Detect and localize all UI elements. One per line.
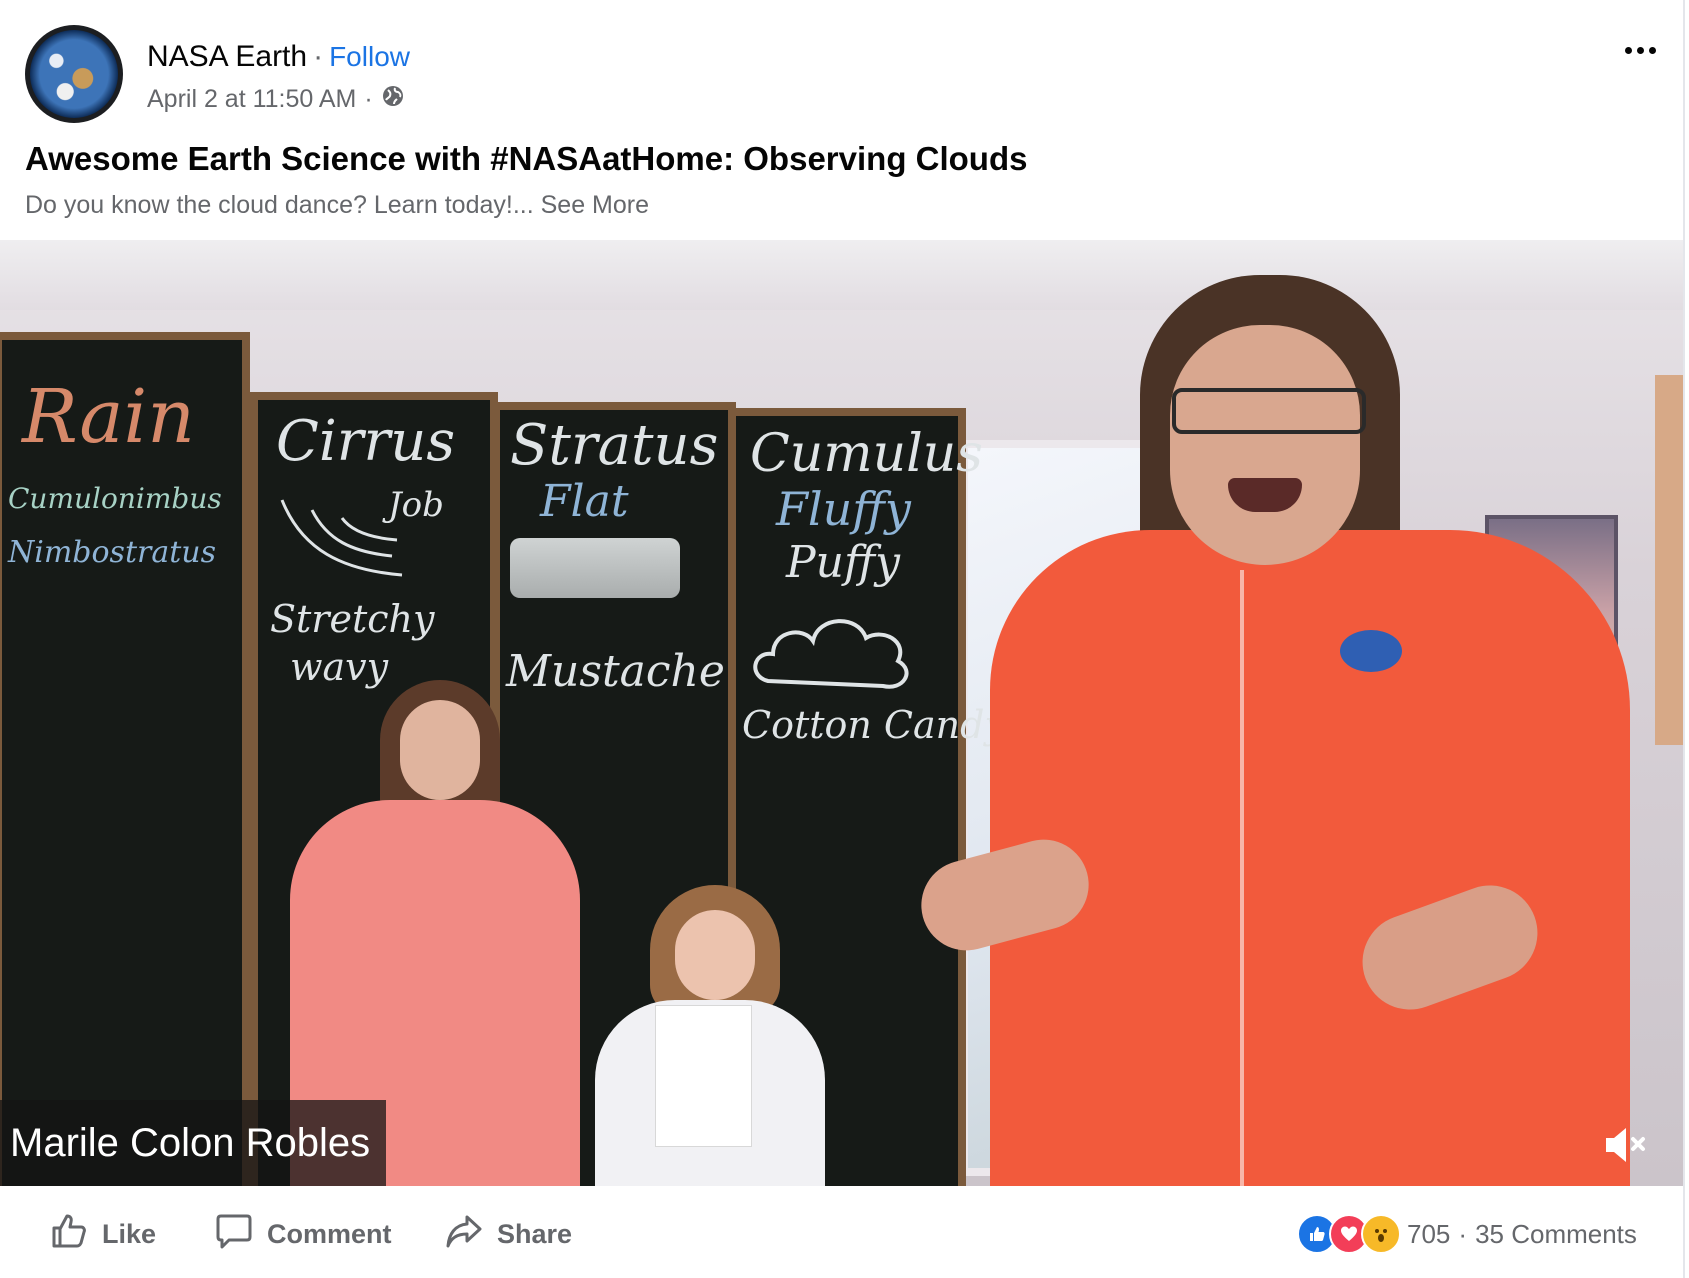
thumbs-up-icon: [50, 1212, 88, 1257]
separator: ·: [313, 40, 324, 73]
like-label: Like: [102, 1218, 157, 1249]
share-arrow-icon: [445, 1212, 483, 1257]
page-avatar[interactable]: [25, 25, 123, 123]
speaker-name-caption: Marile Colon Robles: [0, 1100, 387, 1186]
share-label: Share: [497, 1218, 573, 1249]
reactions-summary[interactable]: 705 · 35 Comments: [1297, 1214, 1637, 1254]
wavy-lines-drawing: [280, 499, 403, 577]
post-action-bar: Like Comment Share 705 · 35 Comments: [0, 1186, 1683, 1278]
chalk-text: Rain: [22, 374, 195, 460]
separator: ·: [1458, 1218, 1468, 1249]
facebook-post: NASA Earth · Follow April 2 at 11:50 AM · …: [0, 0, 1685, 1278]
presenter-glasses: [1172, 388, 1366, 434]
chalk-text: Cumulus: [750, 424, 983, 484]
child-face: [675, 910, 755, 1000]
chalk-text: Stretchy: [270, 597, 435, 641]
chalkboard-panel: Rain Cumulonimbus Nimbostratus: [0, 332, 250, 1186]
chalk-text: Fluffy: [776, 482, 911, 536]
chalk-text: Cumulonimbus: [8, 482, 222, 515]
speech-bubble-icon: [215, 1212, 253, 1257]
more-dot-icon: [1648, 46, 1656, 54]
child-face: [400, 700, 480, 800]
comments-count-link[interactable]: 35 Comments: [1475, 1219, 1637, 1250]
see-more-link[interactable]: See More: [541, 191, 649, 219]
presenter-face: [1170, 325, 1360, 565]
wall-frame-edge: [1655, 375, 1683, 745]
chalk-text: Cotton Candy: [742, 703, 1006, 747]
more-dot-icon: [1636, 46, 1644, 54]
post-description: Do you know the cloud dance? Learn today…: [25, 191, 649, 220]
presenter-jacket: [990, 530, 1630, 1186]
chalk-text: Puffy: [786, 537, 900, 588]
chalk-text: Nimbostratus: [8, 535, 217, 570]
video-player[interactable]: Rain Cumulonimbus Nimbostratus Cirrus Jo…: [0, 240, 1683, 1186]
post-meta: April 2 at 11:50 AM ·: [147, 84, 405, 115]
reaction-count[interactable]: 705: [1407, 1219, 1450, 1250]
globe-icon[interactable]: [381, 84, 405, 115]
chalk-text: wavy: [290, 645, 389, 689]
comment-button[interactable]: Comment: [215, 1214, 392, 1254]
nasa-logo: [1340, 630, 1402, 672]
description-text: Do you know the cloud dance? Learn today…: [25, 191, 534, 219]
share-button[interactable]: Share: [445, 1214, 572, 1254]
stratus-drawing: [510, 538, 680, 598]
comment-label: Comment: [267, 1218, 392, 1249]
follow-button[interactable]: Follow: [329, 41, 410, 72]
separator: ·: [364, 85, 373, 113]
paper-sheet: [655, 1005, 752, 1147]
cloud-drawing: [753, 619, 909, 689]
ceiling: [0, 240, 1683, 310]
earth-image: [30, 30, 118, 118]
chalk-text: Stratus: [510, 413, 719, 478]
chalk-text: Mustache: [506, 646, 725, 697]
speaker-muted-icon[interactable]: [1600, 1120, 1650, 1170]
like-button[interactable]: Like: [50, 1214, 156, 1254]
post-header-name: NASA Earth · Follow: [147, 40, 410, 74]
post-title: Awesome Earth Science with #NASAatHome: …: [25, 140, 1028, 177]
page-name-link[interactable]: NASA Earth: [147, 40, 307, 73]
jacket-zipper: [1240, 570, 1244, 1186]
chalk-text: Flat: [540, 476, 629, 527]
chalk-text: Cirrus: [276, 409, 456, 474]
more-dot-icon: [1624, 46, 1632, 54]
post-timestamp[interactable]: April 2 at 11:50 AM: [147, 85, 356, 114]
wow-reaction-icon: [1361, 1214, 1401, 1254]
more-options-button[interactable]: [1620, 40, 1660, 60]
